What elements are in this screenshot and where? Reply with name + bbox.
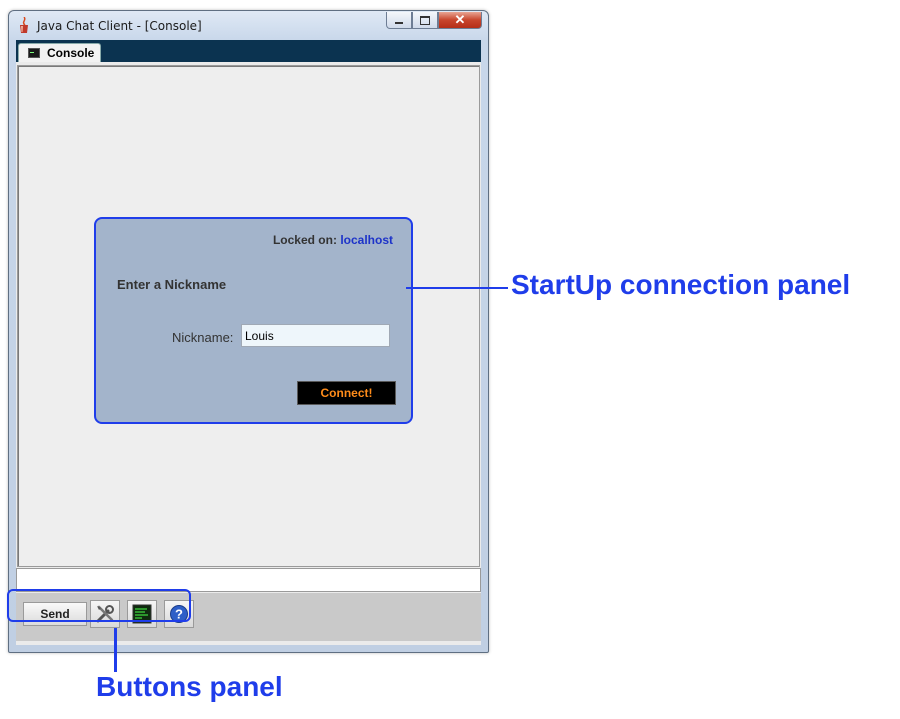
nickname-input[interactable] (241, 324, 390, 347)
close-button[interactable]: ✕ (438, 12, 482, 29)
title-bar[interactable]: Java Chat Client - [Console] ✕ (9, 11, 488, 39)
window-controls: ✕ (386, 12, 482, 30)
tab-console[interactable]: Console (18, 43, 101, 62)
client-area: Console Locked on: localhost Enter a Nic… (16, 40, 481, 645)
maximize-button[interactable] (412, 12, 438, 29)
minimize-icon (395, 21, 403, 24)
locked-on-label: Locked on: localhost (273, 233, 393, 247)
connect-button[interactable]: Connect! (297, 381, 396, 405)
startup-annotation-label: StartUp connection panel (511, 269, 851, 300)
locked-label-text: Locked on: (272, 233, 337, 247)
locked-host: localhost (340, 233, 393, 247)
console-icon (28, 48, 40, 58)
maximize-icon (420, 15, 430, 25)
buttons-annotation-label: Buttons panel (96, 671, 283, 702)
minimize-button[interactable] (386, 12, 412, 29)
nickname-label: Nickname: (172, 330, 234, 345)
startup-connection-panel: Locked on: localhost Enter a Nickname Ni… (94, 217, 413, 424)
app-window: Java Chat Client - [Console] ✕ Console L… (8, 10, 489, 653)
panel-heading: Enter a Nickname (117, 277, 227, 292)
java-cup-icon (20, 17, 28, 33)
tab-label: Console (47, 46, 95, 60)
close-icon: ✕ (454, 12, 466, 27)
console-area: Locked on: localhost Enter a Nickname Ni… (17, 65, 480, 567)
buttons-panel-outline (7, 589, 191, 622)
startup-annotation-line (406, 287, 508, 289)
tab-strip: Console (16, 40, 481, 62)
buttons-annotation-line (114, 628, 117, 672)
window-title: Java Chat Client - [Console] (37, 19, 202, 33)
